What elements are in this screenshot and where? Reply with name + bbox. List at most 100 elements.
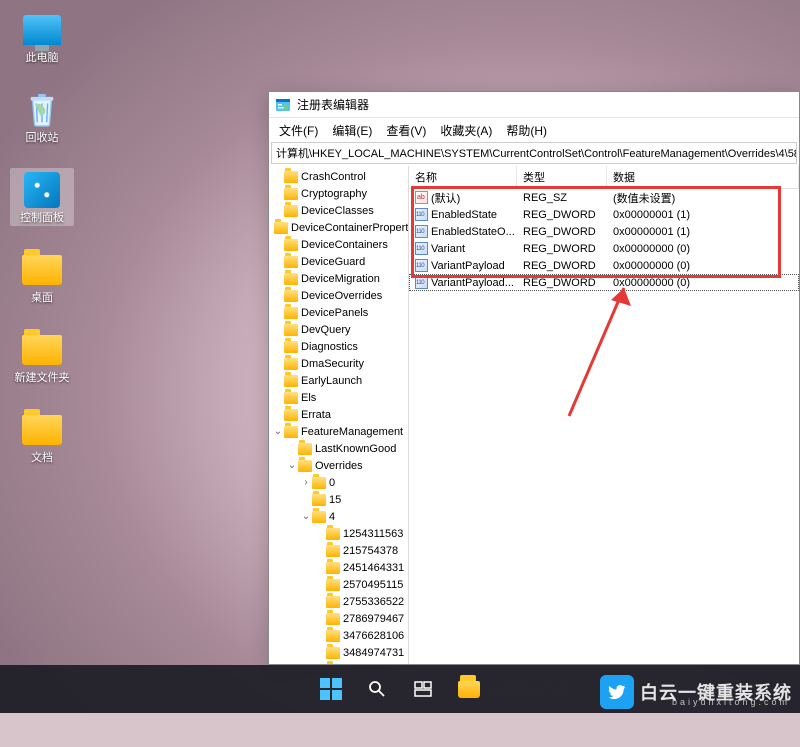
desktop-icon-this-pc[interactable]: 此电脑 <box>10 8 74 66</box>
address-bar[interactable]: 计算机\HKEY_LOCAL_MACHINE\SYSTEM\CurrentCon… <box>271 142 797 164</box>
tree-twisty-icon[interactable]: ⌄ <box>301 511 311 522</box>
recycle-bin-icon <box>22 90 62 130</box>
tree-item[interactable]: DevQuery <box>269 321 408 338</box>
taskbar-explorer[interactable] <box>449 669 489 709</box>
folder-icon <box>284 256 298 268</box>
tree-item[interactable]: ⌄4 <box>269 508 408 525</box>
value-row[interactable]: VariantPayload...REG_DWORD0x00000000 (0) <box>409 274 799 291</box>
tree-item[interactable]: Cryptography <box>269 185 408 202</box>
tree-item[interactable]: ›0 <box>269 474 408 491</box>
start-button[interactable] <box>311 669 351 709</box>
menu-edit[interactable]: 编辑(E) <box>326 120 378 141</box>
folder-icon <box>22 330 62 370</box>
tree-item[interactable]: Diagnostics <box>269 338 408 355</box>
taskbar-search[interactable] <box>357 669 397 709</box>
tree-item[interactable]: 15 <box>269 491 408 508</box>
titlebar[interactable]: 注册表编辑器 <box>269 92 799 118</box>
annotation-arrow <box>559 276 649 426</box>
tree-item[interactable]: 215754378 <box>269 542 408 559</box>
value-row[interactable]: EnabledStateO...REG_DWORD0x00000001 (1) <box>409 223 799 240</box>
value-row[interactable]: VariantPayloadREG_DWORD0x00000000 (0) <box>409 257 799 274</box>
panes: CrashControlCryptographyDeviceClassesDev… <box>269 166 799 664</box>
tree-item-label: 426530482 <box>343 664 398 665</box>
tree-item-label: 15 <box>329 494 341 506</box>
value-name: Variant <box>431 243 465 255</box>
tree-item[interactable]: 3476628106 <box>269 627 408 644</box>
desktop-icon-control-panel[interactable]: 控制面板 <box>10 168 74 226</box>
tree-item-label: 1254311563 <box>343 528 403 540</box>
tree-item-label: LastKnownGood <box>315 443 396 455</box>
tree-twisty-icon[interactable]: ⌄ <box>287 460 297 471</box>
pc-icon <box>22 10 62 50</box>
tree-twisty-icon[interactable]: › <box>301 477 311 488</box>
tree-item[interactable]: DevicePanels <box>269 304 408 321</box>
menu-file[interactable]: 文件(F) <box>273 120 324 141</box>
tree-item-label: 2786979467 <box>343 613 404 625</box>
tree-item[interactable]: DeviceMigration <box>269 270 408 287</box>
tree-item[interactable]: CrashControl <box>269 168 408 185</box>
tree-item[interactable]: Els <box>269 389 408 406</box>
tree-item[interactable]: ⌄ Overrides <box>269 457 408 474</box>
menu-view[interactable]: 查看(V) <box>380 120 432 141</box>
tree-item-label: Overrides <box>315 460 363 472</box>
value-type: REG_DWORD <box>517 242 607 256</box>
folder-icon <box>326 545 340 557</box>
tree-twisty-icon[interactable]: ⌄ <box>273 426 283 437</box>
col-name[interactable]: 名称 <box>409 166 517 188</box>
folder-icon <box>326 528 340 540</box>
value-data: 0x00000000 (0) <box>607 242 799 256</box>
tree-item[interactable]: Errata <box>269 406 408 423</box>
menu-help[interactable]: 帮助(H) <box>500 120 553 141</box>
tree-item[interactable]: DeviceClasses <box>269 202 408 219</box>
desktop-icons: 此电脑 回收站 控制面板 桌面 新建文件夹 文档 <box>10 8 74 467</box>
tree-item-label: Errata <box>301 409 331 421</box>
folder-icon <box>326 562 340 574</box>
values-pane[interactable]: 名称 类型 数据 (默认)REG_SZ(数值未设置)EnabledStateRE… <box>409 166 799 664</box>
tree-item[interactable]: EarlyLaunch <box>269 372 408 389</box>
window-title: 注册表编辑器 <box>297 96 369 113</box>
taskbar-task-view[interactable] <box>403 669 443 709</box>
tree-item[interactable]: DeviceContainers <box>269 236 408 253</box>
folder-icon <box>326 647 340 659</box>
tree-item-label: DevicePanels <box>301 307 368 319</box>
value-row[interactable]: (默认)REG_SZ(数值未设置) <box>409 189 799 206</box>
col-data[interactable]: 数据 <box>607 166 799 188</box>
value-row[interactable]: Variant REG_DWORD0x00000000 (0) <box>409 240 799 257</box>
value-name: (默认) <box>431 190 460 206</box>
tree-item[interactable]: LastKnownGood <box>269 440 408 457</box>
tree-item[interactable]: 2570495115 <box>269 576 408 593</box>
tree-item[interactable]: ⌄FeatureManagement <box>269 423 408 440</box>
folder-icon <box>458 681 480 698</box>
col-type[interactable]: 类型 <box>517 166 607 188</box>
tree-item-label: DeviceContainers <box>301 239 388 251</box>
folder-icon <box>284 290 298 302</box>
menu-favorites[interactable]: 收藏夹(A) <box>434 120 498 141</box>
value-row[interactable]: EnabledStateREG_DWORD0x00000001 (1) <box>409 206 799 223</box>
tree-item[interactable]: DeviceContainerPropertyUpda <box>269 219 408 236</box>
desktop-icon-label: 此电脑 <box>26 52 59 64</box>
tree-item[interactable]: 2755336522 <box>269 593 408 610</box>
tree-item[interactable]: 2451464331 <box>269 559 408 576</box>
value-data: 0x00000000 (0) <box>607 276 799 290</box>
value-data: (数值未设置) <box>607 189 799 207</box>
desktop-icon-folder[interactable]: 新建文件夹 <box>10 328 74 386</box>
desktop-icon-folder[interactable]: 文档 <box>10 408 74 466</box>
tree-item-label: 3484974731 <box>343 647 404 659</box>
tree-item[interactable]: 1254311563 <box>269 525 408 542</box>
desktop-icon-label: 新建文件夹 <box>15 372 70 384</box>
tree-item[interactable]: DeviceGuard <box>269 253 408 270</box>
tree-item[interactable]: DmaSecurity <box>269 355 408 372</box>
tree-item-label: DeviceGuard <box>301 256 365 268</box>
tree-item-label: DmaSecurity <box>301 358 364 370</box>
tree-item[interactable]: DeviceOverrides <box>269 287 408 304</box>
tree-item[interactable]: 3484974731 <box>269 644 408 661</box>
tree-item[interactable]: 2786979467 <box>269 610 408 627</box>
desktop-icon-recycle-bin[interactable]: 回收站 <box>10 88 74 146</box>
folder-icon <box>284 409 298 421</box>
windows-logo-icon <box>320 678 342 700</box>
desktop-icon-folder[interactable]: 桌面 <box>10 248 74 306</box>
folder-icon <box>326 596 340 608</box>
registry-editor-window: 注册表编辑器 文件(F) 编辑(E) 查看(V) 收藏夹(A) 帮助(H) 计算… <box>268 91 800 665</box>
tree-item[interactable]: 426530482 <box>269 661 408 664</box>
registry-tree[interactable]: CrashControlCryptographyDeviceClassesDev… <box>269 166 409 664</box>
